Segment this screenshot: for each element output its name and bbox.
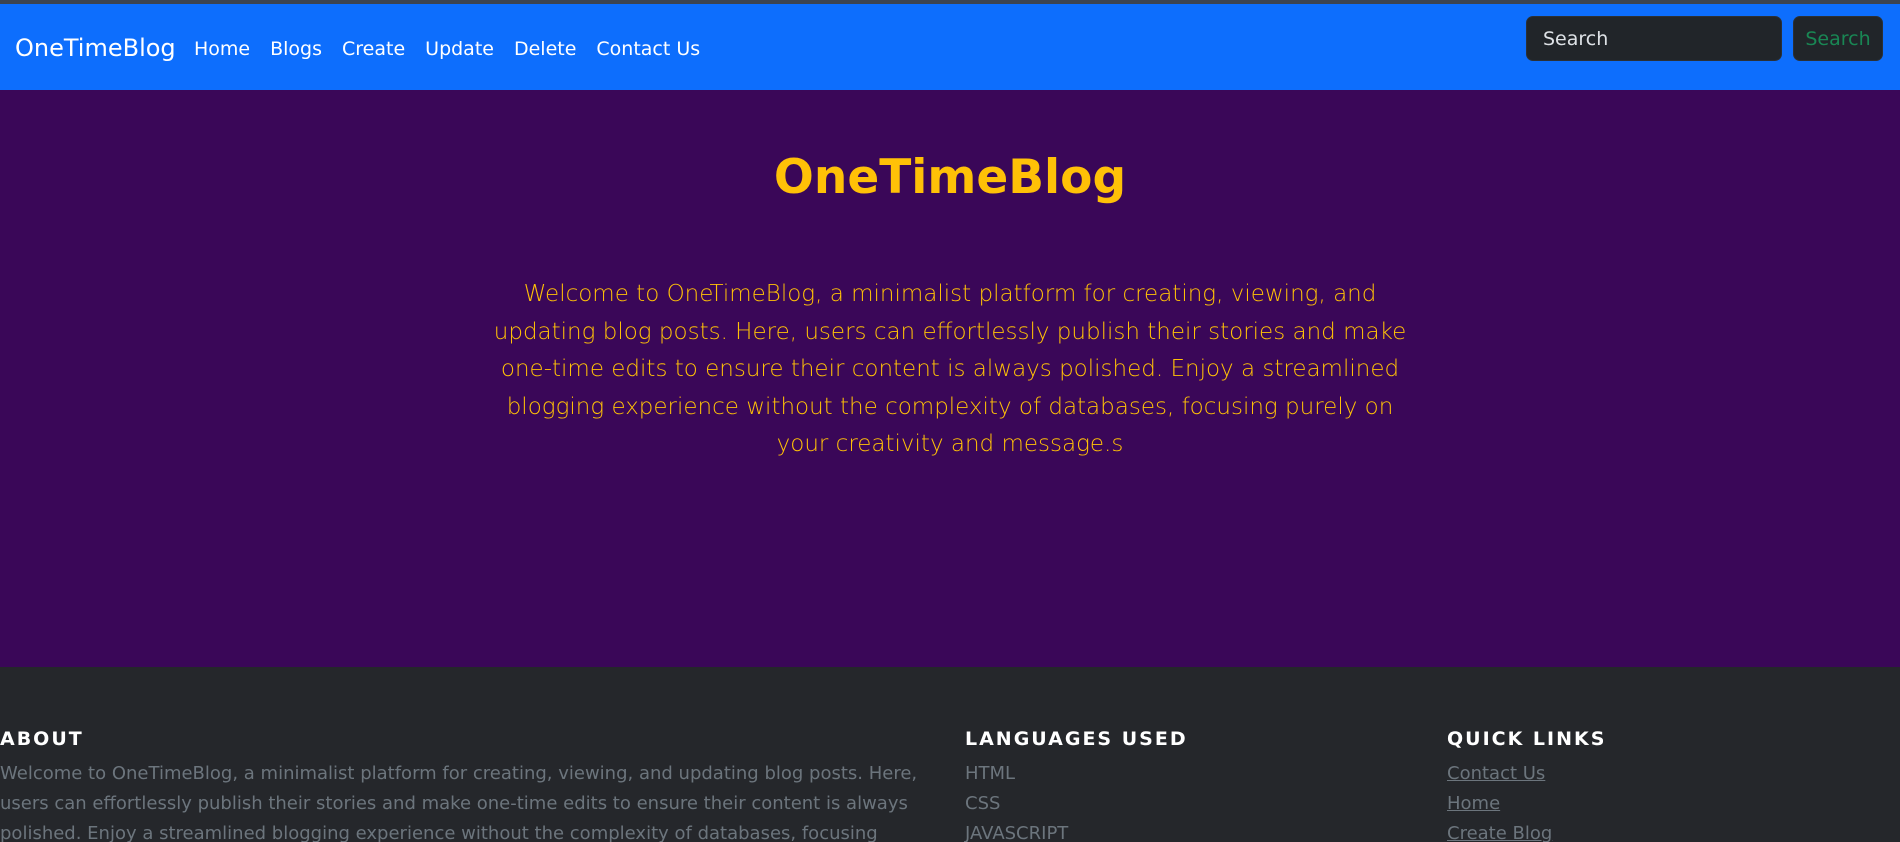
footer-quick-links-heading: QUICK LINKS (1447, 728, 1607, 750)
language-item-html: HTML (965, 762, 1016, 784)
nav-link-home[interactable]: Home (194, 40, 250, 59)
search-input[interactable] (1526, 16, 1782, 61)
navbar: OneTimeBlog Home Blogs Create Update Del… (0, 4, 1900, 90)
footer-about-text: Welcome to OneTimeBlog, a minimalist pla… (0, 762, 918, 842)
footer-about-heading: ABOUT (0, 728, 84, 750)
language-item-css: CSS (965, 792, 1001, 814)
quick-links-list: Contact Us Home Create Blog (1447, 759, 1867, 842)
languages-list: HTML CSS JAVASCRIPT (965, 759, 1385, 842)
search-button[interactable]: Search (1793, 16, 1883, 61)
nav-link-update[interactable]: Update (425, 40, 494, 59)
hero-title: OneTimeBlog (773, 150, 1127, 205)
quick-link-create-blog[interactable]: Create Blog (1447, 823, 1552, 842)
quick-link-item: Home (1447, 789, 1867, 819)
nav-link-contact-us[interactable]: Contact Us (596, 40, 700, 59)
footer-languages-heading: LANGUAGES USED (965, 728, 1188, 750)
nav-link-delete[interactable]: Delete (514, 40, 576, 59)
nav-links: Home Blogs Create Update Delete Contact … (194, 40, 720, 59)
footer: ABOUT Welcome to OneTimeBlog, a minimali… (0, 667, 1900, 842)
quick-link-contact-us[interactable]: Contact Us (1447, 763, 1545, 784)
nav-link-blogs[interactable]: Blogs (270, 40, 322, 59)
quick-link-item: Create Blog (1447, 819, 1867, 842)
language-item-javascript: JAVASCRIPT (965, 822, 1069, 842)
hero-section: OneTimeBlog Welcome to OneTimeBlog, a mi… (0, 90, 1900, 667)
quick-link-item: Contact Us (1447, 759, 1867, 789)
quick-link-home[interactable]: Home (1447, 793, 1500, 814)
footer-about: ABOUT Welcome to OneTimeBlog, a minimali… (0, 729, 930, 842)
hero-description: Welcome to OneTimeBlog, a minimalist pla… (493, 281, 1407, 457)
footer-languages: LANGUAGES USED HTML CSS JAVASCRIPT (965, 729, 1385, 842)
footer-quick-links: QUICK LINKS Contact Us Home Create Blog (1447, 729, 1867, 842)
nav-link-create[interactable]: Create (342, 40, 405, 59)
brand-logo-link[interactable]: OneTimeBlog (15, 36, 176, 60)
